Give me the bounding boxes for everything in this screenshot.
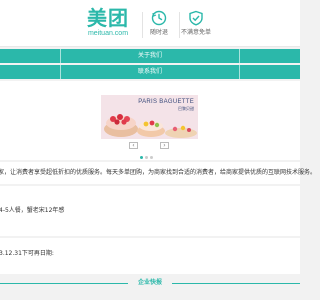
company-news-title[interactable]: 企业快报 — [0, 278, 300, 288]
carousel-next-button[interactable]: › — [160, 142, 169, 149]
carousel-dot[interactable] — [140, 156, 143, 159]
nav-bar-contact: 联系我们 — [0, 65, 300, 79]
feature-label: 随时退 — [149, 29, 168, 36]
banner-brand-en: PARIS BAGUETTE — [138, 99, 194, 105]
description-block: 家，让消费者享受超低折扣的优质服务。每天多单团购，为商家找到合适的消费者，给商家… — [0, 162, 316, 184]
info-text: 4-5人餐，蟹老宋12年感 — [0, 207, 65, 214]
carousel-dot[interactable] — [145, 156, 148, 159]
info-block: 4-5人餐，蟹老宋12年感 — [0, 186, 300, 236]
logo-text-en: meituan.com — [87, 30, 129, 37]
banner-brand-cn: 巴黎贝甜 — [178, 106, 194, 111]
site-header: 美团 meituan.com 随时退 不满意免单 — [0, 0, 300, 47]
carousel-prev-button[interactable]: ‹ — [129, 142, 138, 149]
feature-free-if-unsatisfied: 不满意免单 — [176, 10, 216, 37]
meituan-logo[interactable]: 美团 meituan.com — [84, 7, 132, 38]
carousel-dots — [140, 144, 155, 163]
feature-label: 不满意免单 — [180, 29, 211, 36]
banner-brand: PARIS BAGUETTE 巴黎贝甜 — [138, 99, 194, 112]
description-text: 家，让消费者享受超低折扣的优质服务。每天多单团购，为商家找到合适的消费者，给商家… — [0, 169, 317, 176]
feature-refund-anytime: 随时退 — [139, 10, 179, 37]
company-news-heading: 企业快报 — [0, 278, 300, 290]
validity-text: 3.12.31下可再日期: — [0, 250, 54, 257]
nav-bar-about: 关于我们 — [0, 49, 300, 63]
refresh-clock-icon — [151, 10, 167, 26]
nav-about-us[interactable]: 关于我们 — [60, 49, 240, 63]
logo-text-cn: 美团 — [87, 6, 129, 30]
banner-image[interactable]: PARIS BAGUETTE 巴黎贝甜 — [101, 95, 198, 139]
nav-contact-us[interactable]: 联系我们 — [60, 65, 240, 79]
carousel-dot[interactable] — [150, 156, 153, 159]
shield-check-icon — [189, 10, 203, 26]
validity-block: 3.12.31下可再日期: — [0, 238, 300, 274]
banner-carousel: PARIS BAGUETTE 巴黎贝甜 ‹ › — [0, 81, 300, 160]
